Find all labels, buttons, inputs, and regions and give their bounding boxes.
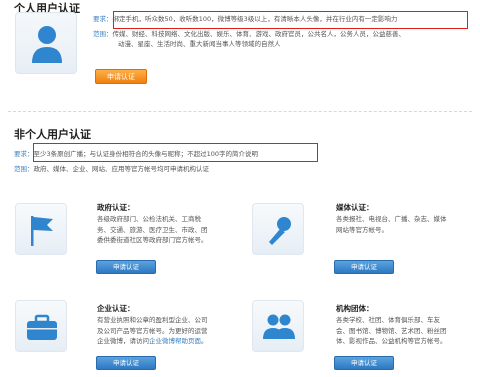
people-icon bbox=[263, 314, 295, 339]
enterprise-help-link[interactable]: 企业微博帮助页面 bbox=[149, 337, 201, 345]
section-divider bbox=[8, 111, 472, 112]
government-desc-line: 委供委街道社区等政府部门官方帐号。 bbox=[97, 236, 208, 244]
org-scope-text: 政府、媒体、企业、网站、应用等官方帐号均可申请机构认证 bbox=[33, 165, 210, 173]
personal-user-icon-box bbox=[15, 12, 77, 74]
enterprise-icon-box bbox=[15, 300, 67, 352]
government-desc-line: 各级政府部门、公检法机关、工商税 bbox=[97, 215, 201, 223]
personal-scope-line2: 动漫、星座、生活时尚、重大新闻当事人等领域的自然人 bbox=[118, 40, 281, 48]
personal-scope-key: 范围： bbox=[93, 30, 113, 38]
media-desc-line: 网站等官方帐号。 bbox=[336, 225, 388, 234]
personal-req-highlight-box bbox=[113, 11, 468, 29]
enterprise-desc-line: 及公司产品等官方帐号。为更好的运营 bbox=[97, 326, 208, 335]
org-scope-key: 范围： bbox=[14, 165, 34, 173]
media-desc-line: 各类报社、电视台、广播、杂志、媒体 bbox=[336, 215, 447, 223]
institution-apply-button[interactable]: 申请认证 bbox=[334, 356, 394, 370]
institution-desc-line: 体、影视作品、公益机构等官方帐号。 bbox=[336, 337, 447, 345]
org-section-title: 非个人用户认证 bbox=[14, 128, 91, 141]
enterprise-card-desc: 有营业执照和公章的盈利型企业、公司 及公司产品等官方帐号。为更好的运营 企业微博… bbox=[97, 315, 208, 347]
flag-icon bbox=[31, 216, 53, 246]
institution-desc-line: 会、图书馆、博物馆、艺术团、粉丝团 bbox=[336, 326, 447, 335]
government-apply-button[interactable]: 申请认证 bbox=[96, 260, 156, 274]
personal-scope-line1: 范围：传媒、财经、科技网络、文化出版、娱乐、体育、游戏、政府官员，公共名人，公务… bbox=[93, 30, 405, 39]
personal-apply-button[interactable]: 申请认证 bbox=[95, 69, 147, 84]
media-icon-box bbox=[252, 203, 304, 255]
government-icon-box bbox=[15, 203, 67, 255]
institution-card-desc: 各类学校、社团、体育俱乐部、车友 会、图书馆、博物馆、艺术团、粉丝团 体、影视作… bbox=[336, 315, 447, 347]
org-req-highlight-box bbox=[33, 143, 318, 162]
media-apply-button[interactable]: 申请认证 bbox=[334, 260, 394, 274]
institution-icon-box bbox=[252, 300, 304, 352]
media-card-desc: 各类报社、电视台、广播、杂志、媒体 网站等官方帐号。 bbox=[336, 214, 447, 235]
enterprise-card-title: 企业认证： bbox=[97, 304, 135, 313]
enterprise-desc-tail: 。 bbox=[201, 337, 208, 345]
enterprise-desc-line: 企业微博，请访问企业微博帮助页面。 bbox=[97, 336, 208, 347]
personal-scope-text1: 传媒、财经、科技网络、文化出版、娱乐、体育、游戏、政府官员，公共名人，公务人员，… bbox=[112, 30, 406, 38]
government-desc-line: 务、交通、旅游、医疗卫生、市政、团 bbox=[97, 225, 208, 234]
person-icon bbox=[32, 26, 62, 63]
org-req-key: 要求： bbox=[14, 150, 34, 158]
government-card-desc: 各级政府部门、公检法机关、工商税 务、交通、旅游、医疗卫生、市政、团 委供委街道… bbox=[97, 214, 208, 246]
enterprise-desc-line: 有营业执照和公章的盈利型企业、公司 bbox=[97, 316, 208, 324]
institution-desc-line: 各类学校、社团、体育俱乐部、车友 bbox=[336, 316, 440, 324]
enterprise-apply-button[interactable]: 申请认证 bbox=[96, 356, 156, 370]
government-card-title: 政府认证： bbox=[97, 203, 135, 212]
personal-req-key: 要求： bbox=[93, 15, 113, 23]
microphone-icon bbox=[269, 217, 291, 245]
org-scope: 范围：政府、媒体、企业、网站、应用等官方帐号均可申请机构认证 bbox=[14, 165, 209, 174]
institution-card-title: 机构团体： bbox=[336, 304, 374, 313]
briefcase-icon bbox=[27, 314, 57, 340]
enterprise-desc-text: 企业微博，请访问 bbox=[97, 337, 149, 345]
media-card-title: 媒体认证： bbox=[336, 203, 374, 212]
